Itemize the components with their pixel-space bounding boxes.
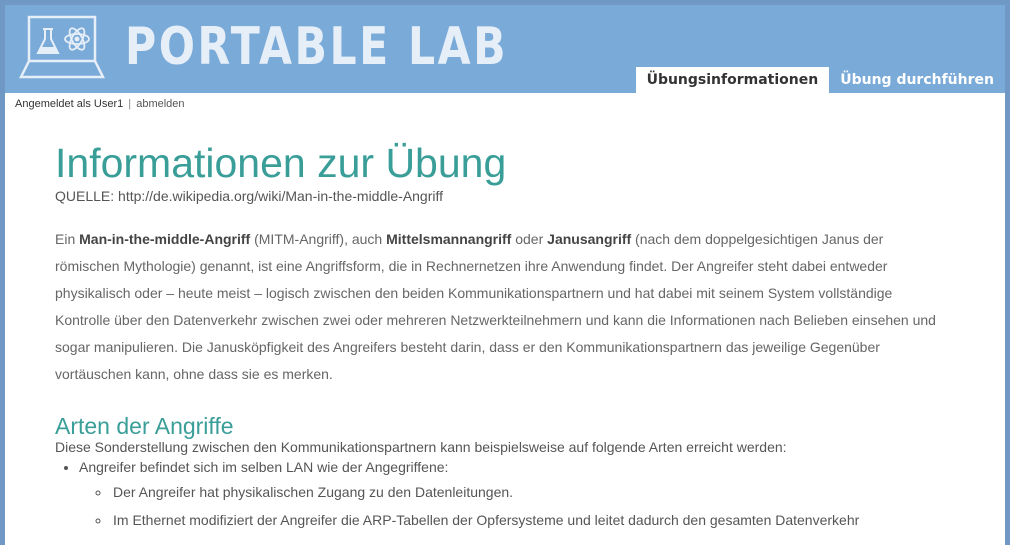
logo-text: PORTABLE LAB — [125, 17, 509, 77]
intro-text: (nach dem doppelgesichtigen Janus der rö… — [55, 231, 936, 382]
intro-text: Ein — [55, 231, 80, 247]
tab-run-exercise[interactable]: Übung durchführen — [829, 67, 1005, 93]
source-line: QUELLE: http://de.wikipedia.org/wiki/Man… — [55, 188, 444, 204]
user-status-bar: Angemeldet als User1 | abmelden — [15, 98, 185, 110]
sublist-item: Im Ethernet modifiziert der Angreifer di… — [111, 506, 950, 534]
logout-link[interactable]: abmelden — [136, 98, 184, 110]
intro-term-mitm: Man-in-the-middle-Angriff — [79, 231, 251, 247]
separator: | — [128, 98, 132, 110]
page-title: Informationen zur Übung — [55, 140, 507, 186]
atom-icon — [64, 27, 90, 51]
list-item: Angreifer befindet sich im selben LAN wi… — [79, 456, 950, 534]
main-content: Informationen zur Übung QUELLE: http://d… — [55, 138, 950, 534]
list-item-text: Angreifer befindet sich im selben LAN wi… — [79, 459, 449, 475]
section-heading: Arten der Angriffe — [55, 413, 234, 439]
section-lead: Diese Sonderstellung zwischen den Kommun… — [55, 439, 787, 455]
sublist-item: Der Angreifer hat physikalischen Zugang … — [111, 478, 950, 506]
intro-text: oder — [511, 231, 548, 247]
tab-exercise-info[interactable]: Übungsinformationen — [635, 67, 830, 93]
attack-sublist: Der Angreifer hat physikalischen Zugang … — [79, 478, 950, 534]
intro-text: (MITM-Angriff), auch — [250, 231, 387, 247]
main-tabs: Übungsinformationen Übung durchführen — [635, 67, 1005, 93]
laptop-lab-icon — [19, 15, 105, 79]
attack-list: Angreifer befindet sich im selben LAN wi… — [55, 456, 950, 534]
flask-icon — [36, 28, 60, 54]
intro-term-mittelsmann: Mittelsmannangriff — [386, 231, 512, 247]
intro-paragraph: Ein Man-in-the-middle-Angriff (MITM-Angr… — [55, 226, 945, 388]
intro-term-janus: Janusangriff — [547, 231, 632, 247]
header-banner: PORTABLE LAB Übungsinformationen Übung d… — [5, 5, 1005, 93]
logged-in-label: Angemeldet als User1 — [15, 98, 124, 110]
